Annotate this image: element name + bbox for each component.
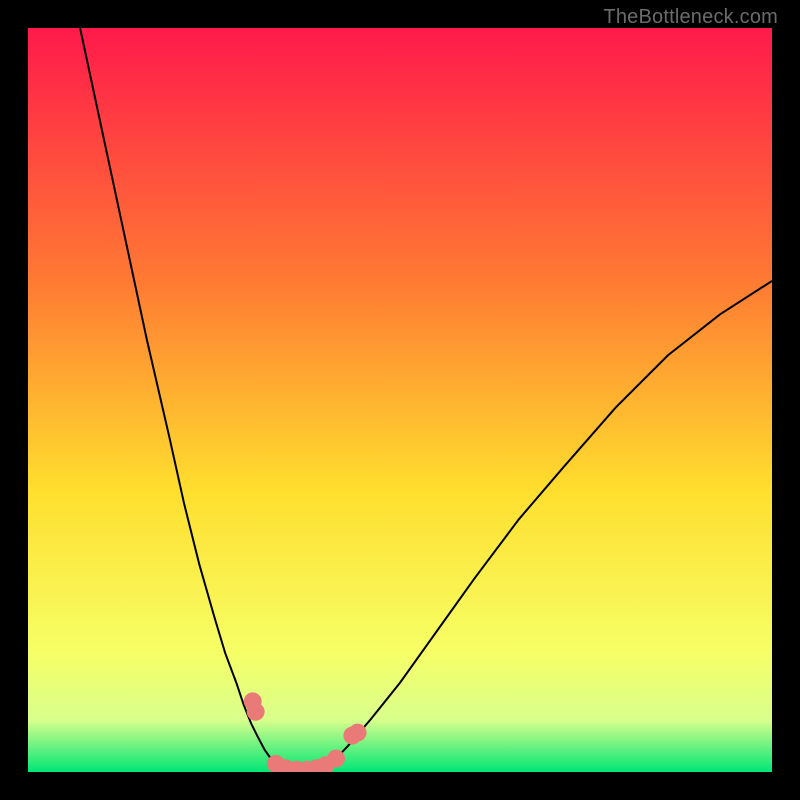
plot-area — [28, 28, 772, 772]
bottleneck-curve-chart — [28, 28, 772, 772]
watermark-text: TheBottleneck.com — [603, 6, 778, 29]
highlight-point — [247, 703, 265, 721]
gradient-background — [28, 28, 772, 772]
chart-frame: TheBottleneck.com — [0, 0, 800, 800]
highlight-point — [327, 750, 345, 768]
highlight-point — [349, 724, 367, 742]
